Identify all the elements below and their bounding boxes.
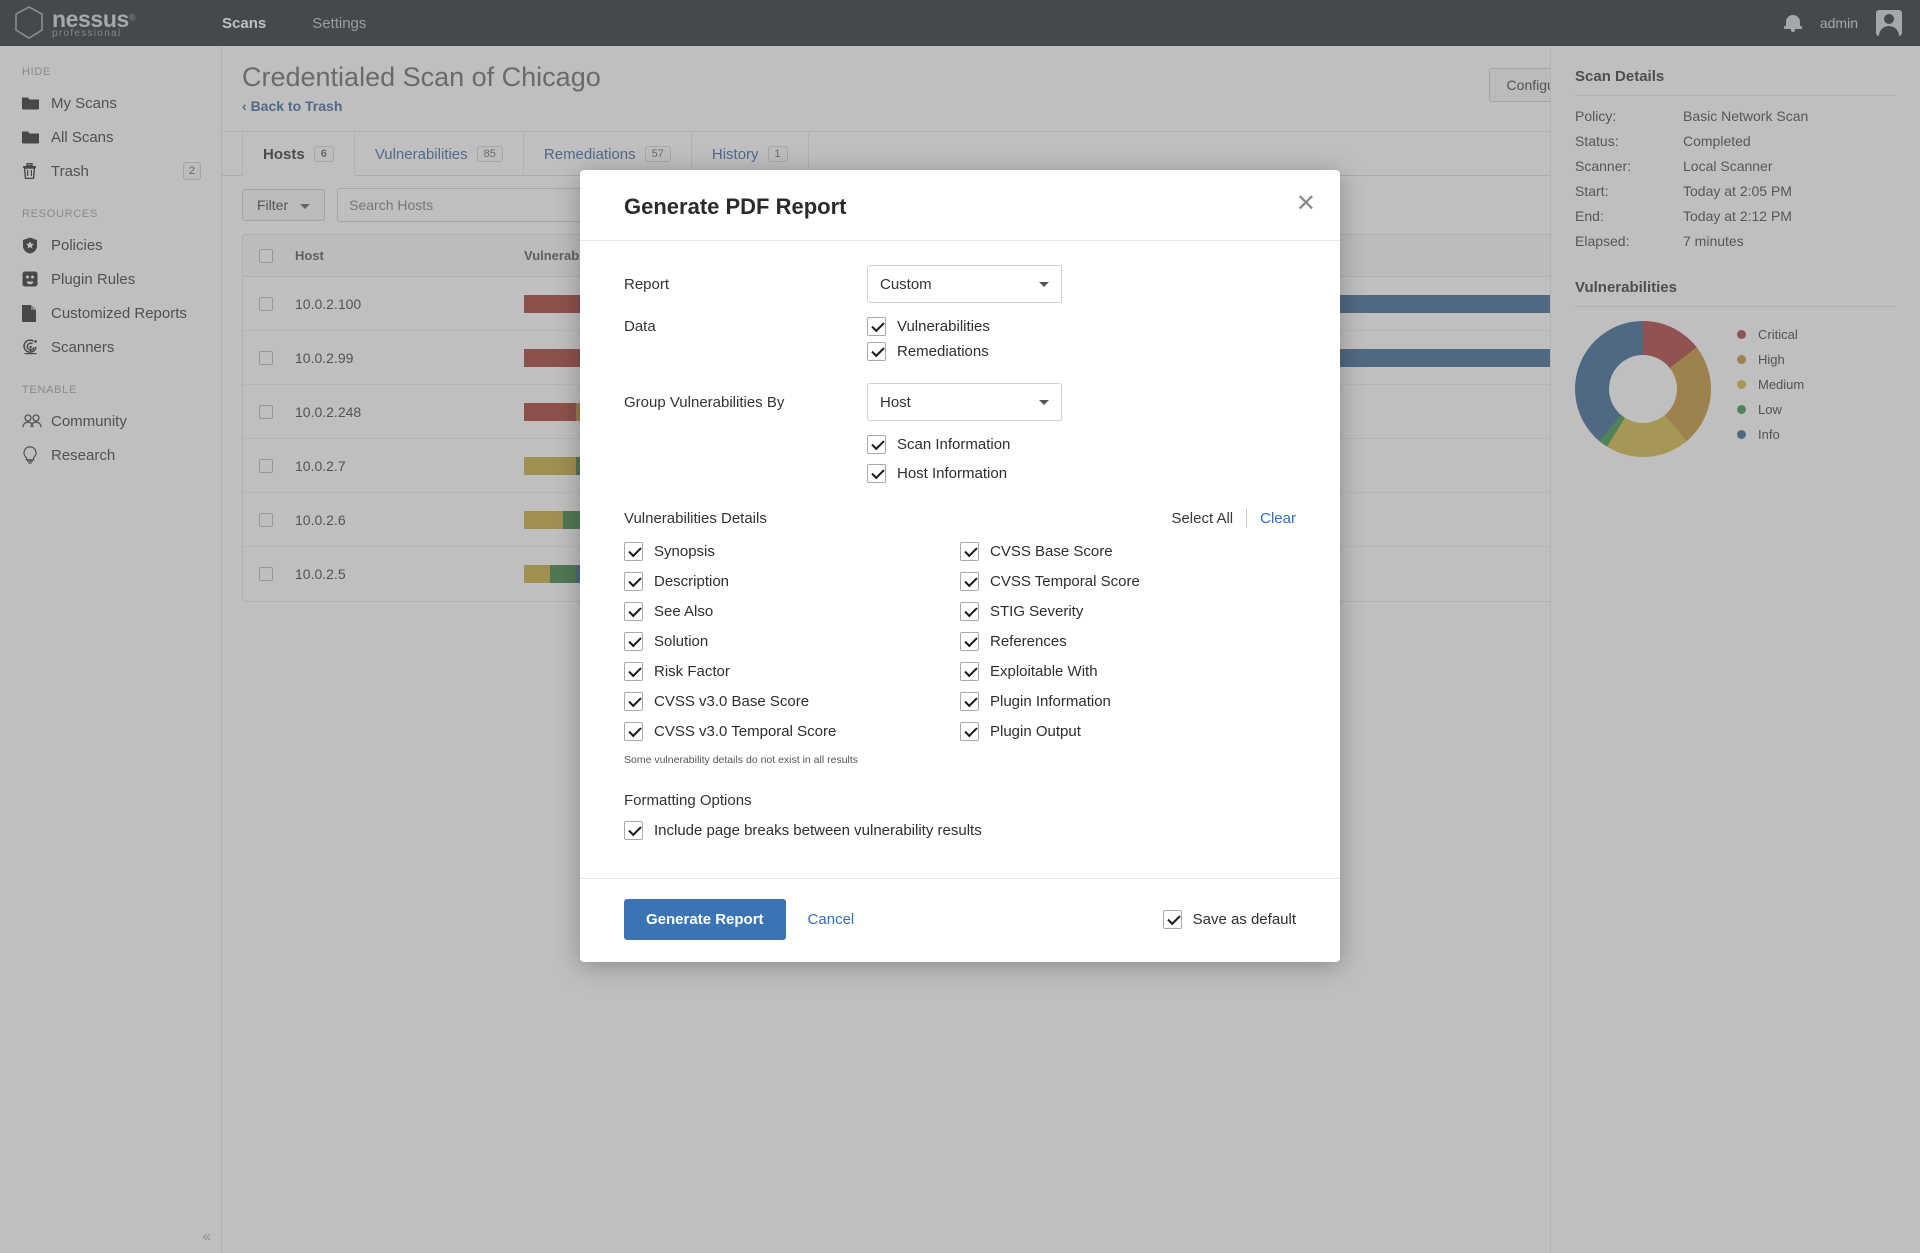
checkbox-synopsis[interactable]: Synopsis [624, 542, 960, 561]
checkbox-box [1162, 910, 1182, 929]
checkbox-box [867, 317, 886, 336]
dialog-header: Generate PDF Report ✕ [580, 170, 1340, 241]
checkbox-label: Scan Information [897, 436, 1011, 453]
checkbox-box [960, 692, 979, 711]
checkbox-box [624, 542, 643, 561]
dialog-title: Generate PDF Report [624, 194, 847, 219]
vulnerabilities-details-title: Vulnerabilities Details [624, 510, 767, 527]
group-vulnerabilities-value: Host [880, 393, 911, 411]
clear-link[interactable]: Clear [1260, 510, 1296, 527]
checkbox-label: Plugin Information [990, 693, 1111, 710]
checkbox-plugin-output[interactable]: Plugin Output [960, 722, 1296, 741]
checkbox-box [624, 821, 643, 840]
chevron-down-icon [1039, 399, 1049, 405]
group-vulnerabilities-row: Group Vulnerabilities By Host [624, 383, 1296, 421]
chevron-down-icon [1039, 281, 1049, 287]
checkbox-box [867, 435, 886, 454]
checkbox-label: CVSS v3.0 Base Score [654, 693, 810, 710]
checkbox-label: Include page breaks between vulnerabilit… [654, 822, 982, 839]
generate-pdf-report-dialog: Generate PDF Report ✕ Report Custom Data… [580, 170, 1340, 962]
checkbox-risk-factor[interactable]: Risk Factor [624, 662, 960, 681]
scan-information-row: Scan Information [624, 435, 1296, 454]
checkbox-box [624, 602, 643, 621]
checkbox-box [960, 662, 979, 681]
details-column-left: Synopsis Description See Also Solution Risk … [624, 542, 960, 752]
checkbox-label: Host Information [897, 465, 1008, 482]
checkbox-label: Remediations [897, 343, 989, 360]
host-information-row: Host Information [624, 464, 1296, 483]
checkbox-box [624, 692, 643, 711]
checkbox-see-also[interactable]: See Also [624, 602, 960, 621]
checkbox-box [960, 542, 979, 561]
checkbox-label: Synopsis [654, 543, 715, 560]
close-icon[interactable]: ✕ [1296, 192, 1316, 216]
checkbox-label: Save as default [1192, 911, 1296, 928]
checkbox-label: CVSS v3.0 Temporal Score [654, 723, 837, 740]
dialog-body: Report Custom Data Vulnerabilities Remed… [580, 241, 1340, 860]
report-type-select[interactable]: Custom [867, 265, 1062, 303]
checkbox-box [960, 602, 979, 621]
checkbox-label: Exploitable With [990, 663, 1098, 680]
checkbox-cvss-temporal-score[interactable]: CVSS Temporal Score [960, 572, 1296, 591]
select-all-link[interactable]: Select All [1171, 510, 1233, 527]
checkbox-box [624, 722, 643, 741]
checkbox-box [624, 632, 643, 651]
checkbox-include-page-breaks[interactable]: Include page breaks between vulnerabilit… [624, 821, 982, 840]
checkbox-plugin-information[interactable]: Plugin Information [960, 692, 1296, 711]
data-checkbox-remediations[interactable]: Remediations [867, 342, 989, 361]
details-note: Some vulnerability details do not exist … [624, 754, 859, 766]
checkbox-scan-information[interactable]: Scan Information [867, 435, 1010, 454]
report-type-value: Custom [880, 275, 932, 293]
group-vulnerabilities-select[interactable]: Host [867, 383, 1062, 421]
data-row: Data Vulnerabilities [624, 317, 1296, 336]
vulnerabilities-details-grid: Synopsis Description See Also Solution Risk … [624, 542, 1296, 752]
checkbox-cvss-base-score[interactable]: CVSS Base Score [960, 542, 1296, 561]
checkbox-solution[interactable]: Solution [624, 632, 960, 651]
checkbox-label: References [990, 633, 1067, 650]
checkbox-box [960, 632, 979, 651]
checkbox-box [624, 572, 643, 591]
checkbox-save-as-default[interactable]: Save as default [1162, 910, 1296, 929]
checkbox-label: CVSS Base Score [990, 543, 1113, 560]
checkbox-cvss-v3-0-base-score[interactable]: CVSS v3.0 Base Score [624, 692, 960, 711]
dialog-footer: Generate Report Cancel Save as default [580, 878, 1340, 962]
checkbox-label: Vulnerabilities [897, 318, 990, 335]
checkbox-label: Solution [654, 633, 709, 650]
divider [1246, 509, 1248, 528]
cancel-button[interactable]: Cancel [808, 911, 855, 928]
data-checkbox-remediations-row: Remediations [624, 342, 1296, 361]
page-breaks-row: Include page breaks between vulnerabilit… [624, 821, 1296, 840]
checkbox-box [867, 342, 886, 361]
checkbox-exploitable-with[interactable]: Exploitable With [960, 662, 1296, 681]
checkbox-box [624, 662, 643, 681]
checkbox-label: CVSS Temporal Score [990, 573, 1140, 590]
checkbox-label: Plugin Output [990, 723, 1081, 740]
checkbox-description[interactable]: Description [624, 572, 960, 591]
group-vulnerabilities-label: Group Vulnerabilities By [624, 393, 785, 411]
checkbox-cvss-v3-0-temporal-score[interactable]: CVSS v3.0 Temporal Score [624, 722, 960, 741]
checkbox-stig-severity[interactable]: STIG Severity [960, 602, 1296, 621]
checkbox-label: Risk Factor [654, 663, 730, 680]
checkbox-box [867, 464, 886, 483]
checkbox-box [960, 722, 979, 741]
data-label: Data [624, 318, 656, 335]
checkbox-box [960, 572, 979, 591]
details-column-right: CVSS Base Score CVSS Temporal Score STIG S… [960, 542, 1296, 752]
checkbox-label: Description [654, 573, 730, 590]
generate-report-button[interactable]: Generate Report [624, 899, 786, 940]
report-label: Report [624, 275, 670, 293]
checkbox-host-information[interactable]: Host Information [867, 464, 1007, 483]
checkbox-references[interactable]: References [960, 632, 1296, 651]
formatting-options-title: Formatting Options [624, 792, 752, 809]
checkbox-label: See Also [654, 603, 714, 620]
checkbox-label: STIG Severity [990, 603, 1084, 620]
report-type-row: Report Custom [624, 265, 1296, 303]
vulnerabilities-details-header: Vulnerabilities Details Select All Clear [624, 509, 1296, 528]
data-checkbox-vulnerabilities[interactable]: Vulnerabilities [867, 317, 990, 336]
